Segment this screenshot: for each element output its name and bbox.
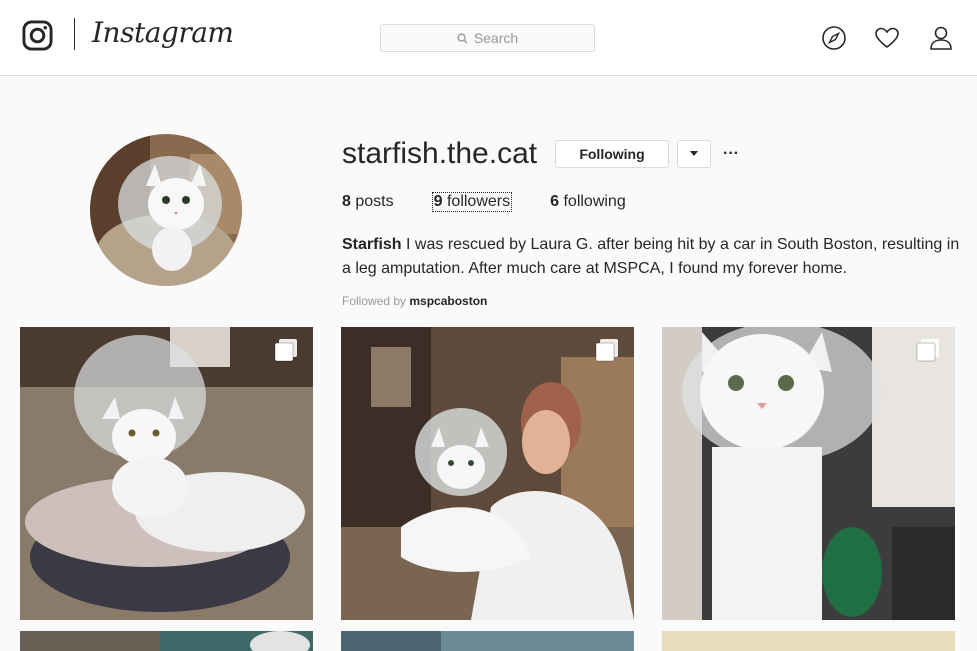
followed-by-user[interactable]: mspcaboston bbox=[409, 294, 487, 308]
following-button[interactable]: Following bbox=[555, 140, 669, 168]
suggestions-dropdown-button[interactable] bbox=[677, 140, 711, 168]
profile-bio: Starfish I was rescued by Laura G. after… bbox=[342, 233, 962, 281]
multiple-photos-icon bbox=[274, 339, 297, 362]
top-nav-bar: Instagram Search bbox=[0, 0, 977, 76]
posts-label: posts bbox=[355, 193, 394, 210]
header-divider bbox=[74, 18, 75, 50]
post-tile[interactable] bbox=[341, 631, 634, 651]
bio-name: Starfish bbox=[342, 236, 402, 253]
search-icon bbox=[457, 32, 468, 44]
compass-icon[interactable] bbox=[820, 24, 848, 52]
post-image bbox=[662, 327, 955, 620]
profile-stats: 8 posts 9 followers 6 following bbox=[342, 192, 626, 212]
following-link[interactable]: 6 following bbox=[550, 193, 626, 211]
bio-text: I was rescued by Laura G. after being hi… bbox=[342, 236, 960, 277]
followers-link[interactable]: 9 followers bbox=[431, 192, 513, 212]
search-placeholder: Search bbox=[473, 30, 519, 46]
post-tile[interactable] bbox=[20, 631, 313, 651]
posts-number: 8 bbox=[342, 193, 351, 210]
instagram-glyph-icon[interactable] bbox=[22, 20, 53, 51]
post-image bbox=[341, 327, 634, 620]
multiple-photos-icon bbox=[916, 339, 939, 362]
post-tile[interactable] bbox=[662, 631, 955, 651]
search-input[interactable]: Search bbox=[380, 24, 595, 52]
profile-avatar[interactable] bbox=[90, 134, 242, 286]
followed-by: Followed by mspcaboston bbox=[342, 294, 487, 308]
avatar-image bbox=[90, 134, 242, 286]
multiple-photos-icon bbox=[595, 339, 618, 362]
post-image bbox=[20, 631, 313, 651]
heart-icon[interactable] bbox=[873, 24, 901, 52]
followers-number: 9 bbox=[433, 193, 443, 210]
profile-username: starfish.the.cat bbox=[342, 137, 538, 170]
post-image bbox=[662, 631, 955, 651]
caret-down-icon bbox=[690, 150, 698, 156]
following-label: following bbox=[563, 193, 626, 210]
person-icon[interactable] bbox=[927, 24, 955, 52]
more-options-button[interactable]: ··· bbox=[720, 140, 742, 168]
followers-label: followers bbox=[446, 193, 511, 210]
post-image bbox=[341, 631, 634, 651]
instagram-wordmark[interactable]: Instagram bbox=[92, 16, 234, 49]
post-tile[interactable] bbox=[662, 327, 955, 620]
following-number: 6 bbox=[550, 193, 560, 210]
post-tile[interactable] bbox=[341, 327, 634, 620]
post-image bbox=[20, 327, 313, 620]
post-tile[interactable] bbox=[20, 327, 313, 620]
followed-by-prefix: Followed by bbox=[342, 294, 410, 308]
posts-count: 8 posts bbox=[342, 193, 394, 211]
